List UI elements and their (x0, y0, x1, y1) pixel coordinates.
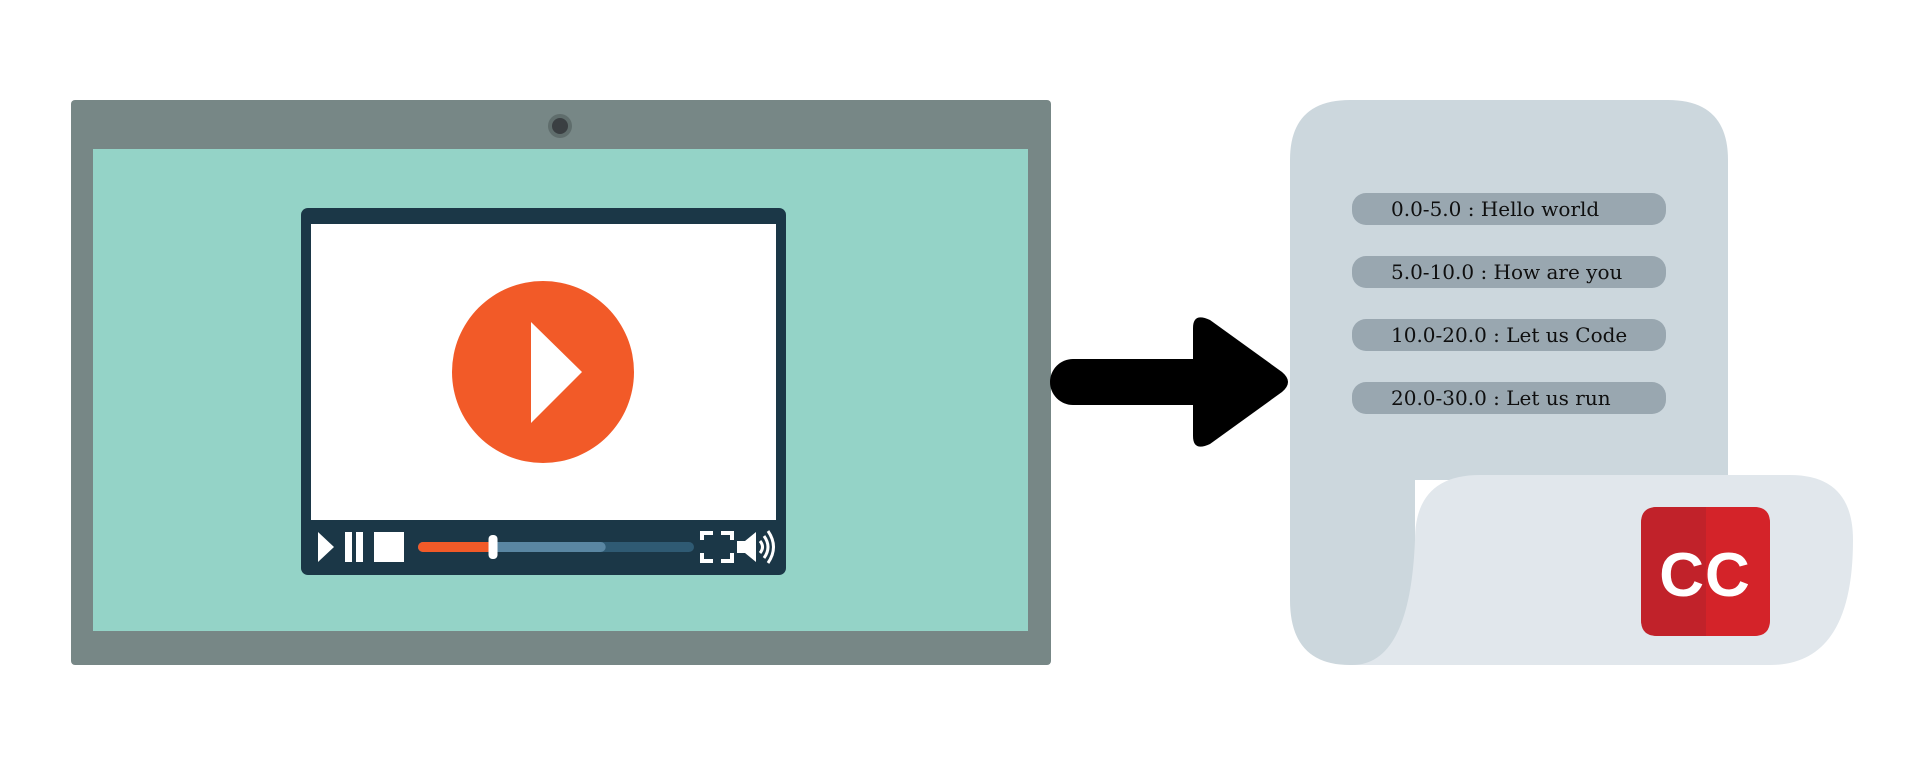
caption-line: 0.0-5.0 : Hello world (1352, 193, 1666, 225)
caption-text: 20.0-30.0 : Let us run (1391, 386, 1611, 410)
webcam-lens (552, 118, 568, 134)
caption-line: 5.0-10.0 : How are you (1352, 256, 1666, 288)
caption-text: 0.0-5.0 : Hello world (1391, 197, 1599, 221)
caption-text: 10.0-20.0 : Let us Code (1391, 323, 1627, 347)
cc-label: CC (1659, 541, 1751, 610)
caption-line: 10.0-20.0 : Let us Code (1352, 319, 1666, 351)
scroll-front-curl (1352, 475, 1853, 665)
arrow-right-icon (1050, 317, 1288, 447)
video-player (301, 208, 786, 575)
progress-played (418, 542, 493, 552)
caption-line: 20.0-30.0 : Let us run (1352, 382, 1666, 414)
diagram-canvas: 0.0-5.0 : Hello world 5.0-10.0 : How are… (71, 100, 1853, 665)
stop-icon[interactable] (374, 532, 404, 562)
caption-scroll: 0.0-5.0 : Hello world 5.0-10.0 : How are… (1290, 100, 1853, 665)
closed-captions-icon: CC (1641, 507, 1770, 636)
caption-text: 5.0-10.0 : How are you (1391, 260, 1623, 284)
progress-handle[interactable] (488, 535, 498, 559)
play-circle-icon[interactable] (452, 281, 634, 463)
